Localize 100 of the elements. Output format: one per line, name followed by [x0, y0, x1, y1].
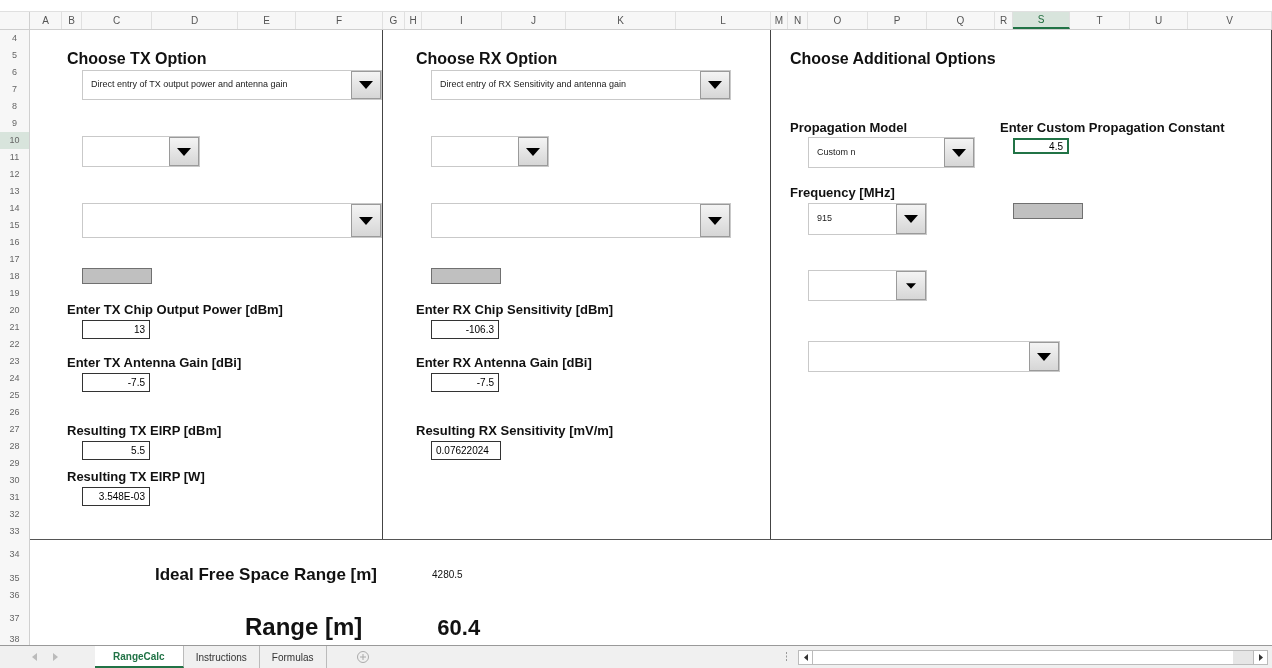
row-header[interactable]: 11: [0, 149, 29, 166]
row-header[interactable]: 15: [0, 217, 29, 234]
dropdown[interactable]: [82, 203, 382, 238]
blank-button[interactable]: [82, 268, 152, 284]
column-header[interactable]: B: [62, 12, 82, 29]
row-header[interactable]: 21: [0, 319, 29, 336]
dropdown-value: 915: [817, 212, 833, 226]
column-header[interactable]: E: [238, 12, 296, 29]
dropdown[interactable]: Custom n: [808, 137, 975, 168]
field-label: Enter Custom Propagation Constant: [1000, 120, 1225, 136]
row-header[interactable]: 25: [0, 387, 29, 404]
row-header[interactable]: 7: [0, 81, 29, 98]
dropdown[interactable]: [82, 136, 200, 167]
row-header[interactable]: 32: [0, 506, 29, 523]
dropdown[interactable]: [431, 136, 549, 167]
caret-icon: [526, 147, 540, 156]
row-header[interactable]: 4: [0, 30, 29, 47]
split-handle-icon[interactable]: [785, 652, 788, 662]
field-label: Resulting TX EIRP [W]: [67, 469, 206, 485]
row-header[interactable]: 12: [0, 166, 29, 183]
column-header[interactable]: I: [422, 12, 502, 29]
caret-icon: [359, 81, 373, 89]
blank-button[interactable]: [1013, 203, 1083, 219]
value-cell: -106.3: [431, 320, 499, 339]
row-header[interactable]: 31: [0, 489, 29, 506]
field-label: Resulting RX Sensitivity [mV/m]: [416, 423, 615, 439]
scroll-left-icon[interactable]: [803, 653, 808, 661]
column-header[interactable]: H: [405, 12, 422, 29]
row-header[interactable]: 19: [0, 285, 29, 302]
row-header[interactable]: 16: [0, 234, 29, 251]
dropdown[interactable]: [808, 270, 927, 301]
column-header[interactable]: C: [82, 12, 152, 29]
column-header[interactable]: D: [152, 12, 238, 29]
dropdown[interactable]: Direct entry of RX Sensitivity and antenna gain: [431, 70, 731, 100]
column-header[interactable]: N: [788, 12, 808, 29]
row-header[interactable]: 10: [0, 132, 29, 149]
scroll-thumb[interactable]: [1233, 650, 1253, 664]
value-cell: 5.5: [82, 441, 150, 460]
row-header[interactable]: 26: [0, 404, 29, 421]
row-header[interactable]: 37: [0, 604, 29, 634]
row-header[interactable]: 9: [0, 115, 29, 132]
horizontal-scrollbar[interactable]: [798, 649, 1268, 665]
row-header[interactable]: 30: [0, 472, 29, 489]
sheet-tab[interactable]: RangeCalc: [95, 646, 184, 668]
column-header[interactable]: U: [1130, 12, 1188, 29]
row-header[interactable]: 5: [0, 47, 29, 64]
row-header[interactable]: 17: [0, 251, 29, 268]
row-header[interactable]: 23: [0, 353, 29, 370]
column-header[interactable]: O: [808, 12, 868, 29]
column-header[interactable]: K: [566, 12, 676, 29]
dropdown[interactable]: [808, 341, 1060, 372]
value-cell[interactable]: 4.5: [1013, 138, 1069, 154]
row-header[interactable]: 18: [0, 268, 29, 285]
sheet-tab[interactable]: Formulas: [259, 646, 327, 668]
row-header[interactable]: 38: [0, 634, 29, 645]
result-value: 60.4: [437, 613, 481, 642]
row-header[interactable]: 13: [0, 183, 29, 200]
dropdown[interactable]: [431, 203, 731, 238]
row-header[interactable]: 27: [0, 421, 29, 438]
column-header[interactable]: Q: [927, 12, 995, 29]
column-header[interactable]: M: [771, 12, 788, 29]
value-cell: 13: [82, 320, 150, 339]
dropdown-value: Direct entry of TX output power and antenna gain: [91, 78, 288, 92]
column-header[interactable]: G: [383, 12, 405, 29]
column-header[interactable]: T: [1070, 12, 1130, 29]
row-header[interactable]: 29: [0, 455, 29, 472]
row-header[interactable]: 14: [0, 200, 29, 217]
field-label: Frequency [MHz]: [790, 185, 896, 201]
row-header[interactable]: 35: [0, 570, 29, 587]
row-header[interactable]: 20: [0, 302, 29, 319]
row-header[interactable]: 22: [0, 336, 29, 353]
dropdown[interactable]: Direct entry of TX output power and antenna gain: [82, 70, 382, 100]
row-header[interactable]: 34: [0, 540, 29, 570]
row-header[interactable]: 36: [0, 587, 29, 604]
column-header[interactable]: S: [1013, 12, 1070, 29]
row-header[interactable]: 24: [0, 370, 29, 387]
column-header[interactable]: J: [502, 12, 566, 29]
dropdown[interactable]: 915: [808, 203, 927, 235]
result-label: Ideal Free Space Range [m]: [155, 563, 378, 586]
sheet-tab[interactable]: Instructions: [183, 646, 260, 668]
column-header[interactable]: A: [30, 12, 62, 29]
column-header[interactable]: F: [296, 12, 383, 29]
row-header[interactable]: 8: [0, 98, 29, 115]
row-header[interactable]: 33: [0, 523, 29, 540]
caret-icon: [359, 216, 373, 225]
caret-icon: [1037, 352, 1051, 361]
row-header[interactable]: 28: [0, 438, 29, 455]
dropdown-value: Custom n: [817, 145, 856, 159]
row-header[interactable]: 6: [0, 64, 29, 81]
column-header[interactable]: V: [1188, 12, 1272, 29]
column-header[interactable]: L: [676, 12, 771, 29]
add-sheet-icon[interactable]: [356, 651, 369, 663]
section-title: Choose TX Option: [67, 50, 208, 68]
caret-icon: [708, 81, 722, 89]
column-header[interactable]: P: [868, 12, 927, 29]
value-cell: 0.07622024: [431, 441, 501, 460]
dropdown-value: Direct entry of RX Sensitivity and antenna gain: [440, 78, 627, 92]
result-label: Range [m]: [245, 612, 363, 642]
blank-button[interactable]: [431, 268, 501, 284]
scroll-right-icon[interactable]: [1258, 653, 1263, 661]
